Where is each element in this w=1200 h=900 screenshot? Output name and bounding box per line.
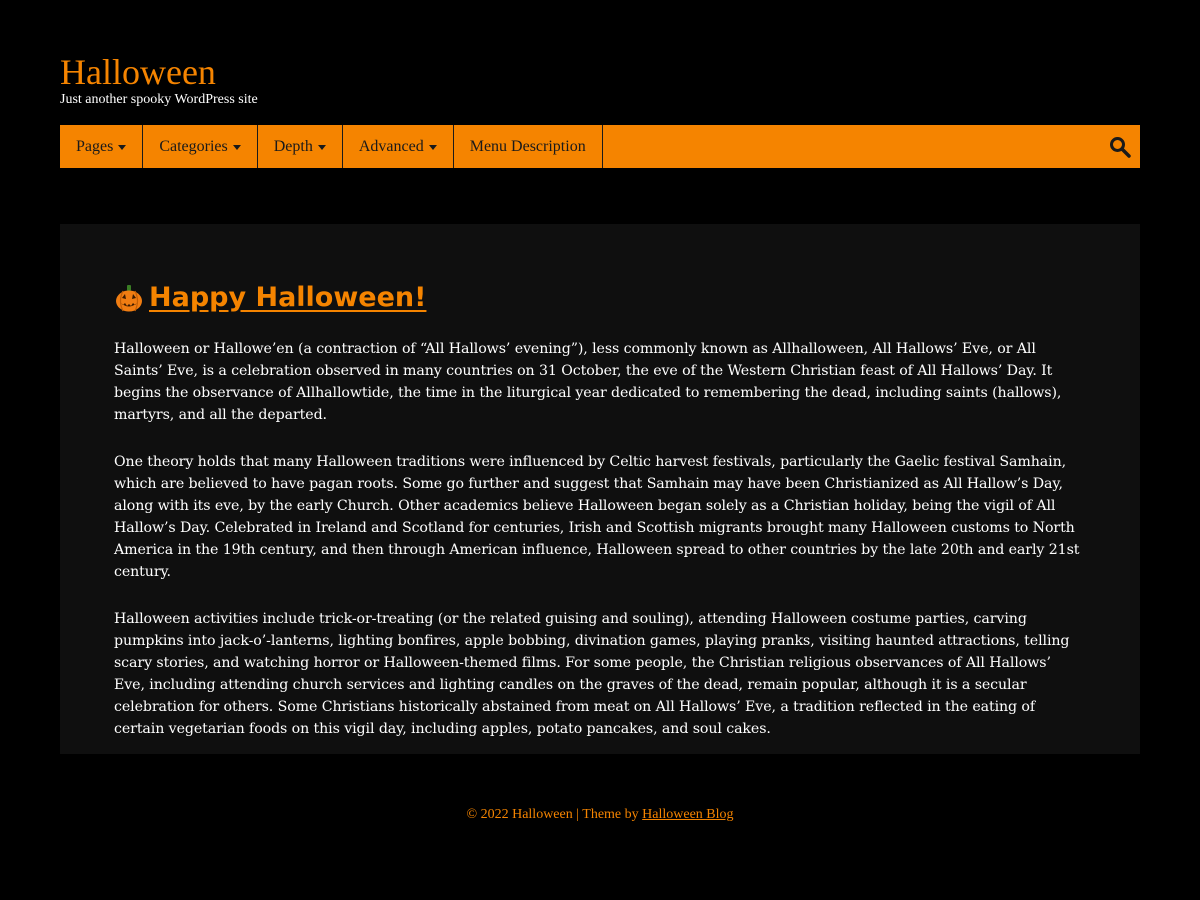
site-footer: © 2022 Halloween | Theme by Halloween Bl… xyxy=(0,807,1200,823)
nav-item-label: Depth xyxy=(273,137,313,155)
nav-item-depth[interactable]: Depth xyxy=(258,125,343,168)
post-paragraph: Halloween or Hallowe’en (a contraction o… xyxy=(114,341,1062,423)
jack-o-lantern-icon xyxy=(116,285,142,312)
nav-item-label: Menu Description xyxy=(469,137,586,155)
footer-copyright: © 2022 Halloween | Theme by xyxy=(466,807,643,822)
main-navigation: Pages Categories Depth Advanced Menu Des… xyxy=(60,125,1140,168)
nav-item-pages[interactable]: Pages xyxy=(60,125,144,168)
nav-item-label: Advanced xyxy=(358,137,424,155)
footer-theme-link[interactable]: Halloween Blog xyxy=(642,807,733,822)
search-button[interactable] xyxy=(1100,125,1140,168)
site-header: Halloween Just another spooky WordPress … xyxy=(60,52,258,108)
search-icon xyxy=(1110,136,1131,158)
site-title[interactable]: Halloween xyxy=(60,52,258,92)
nav-item-label: Pages xyxy=(76,137,114,155)
caret-down-icon xyxy=(428,145,437,150)
caret-down-icon xyxy=(317,145,326,150)
post-article: Happy Halloween! Halloween or Hallowe’en… xyxy=(114,280,1086,765)
post-paragraph: Halloween activities include trick-or-tr… xyxy=(114,611,1070,737)
caret-down-icon xyxy=(232,145,241,150)
nav-item-categories[interactable]: Categories xyxy=(143,125,258,168)
nav-item-advanced[interactable]: Advanced xyxy=(343,125,454,168)
caret-down-icon xyxy=(118,145,127,150)
site-tagline: Just another spooky WordPress site xyxy=(60,92,258,107)
post-title-link[interactable]: Happy Halloween! xyxy=(114,280,1086,316)
post-paragraph: One theory holds that many Halloween tra… xyxy=(114,454,1080,580)
post-title-text: Happy Halloween! xyxy=(149,282,427,313)
post-content-area: Happy Halloween! Halloween or Hallowe’en… xyxy=(60,224,1140,754)
nav-item-label: Categories xyxy=(159,137,228,155)
nav-item-menu-description[interactable]: Menu Description xyxy=(454,125,603,168)
